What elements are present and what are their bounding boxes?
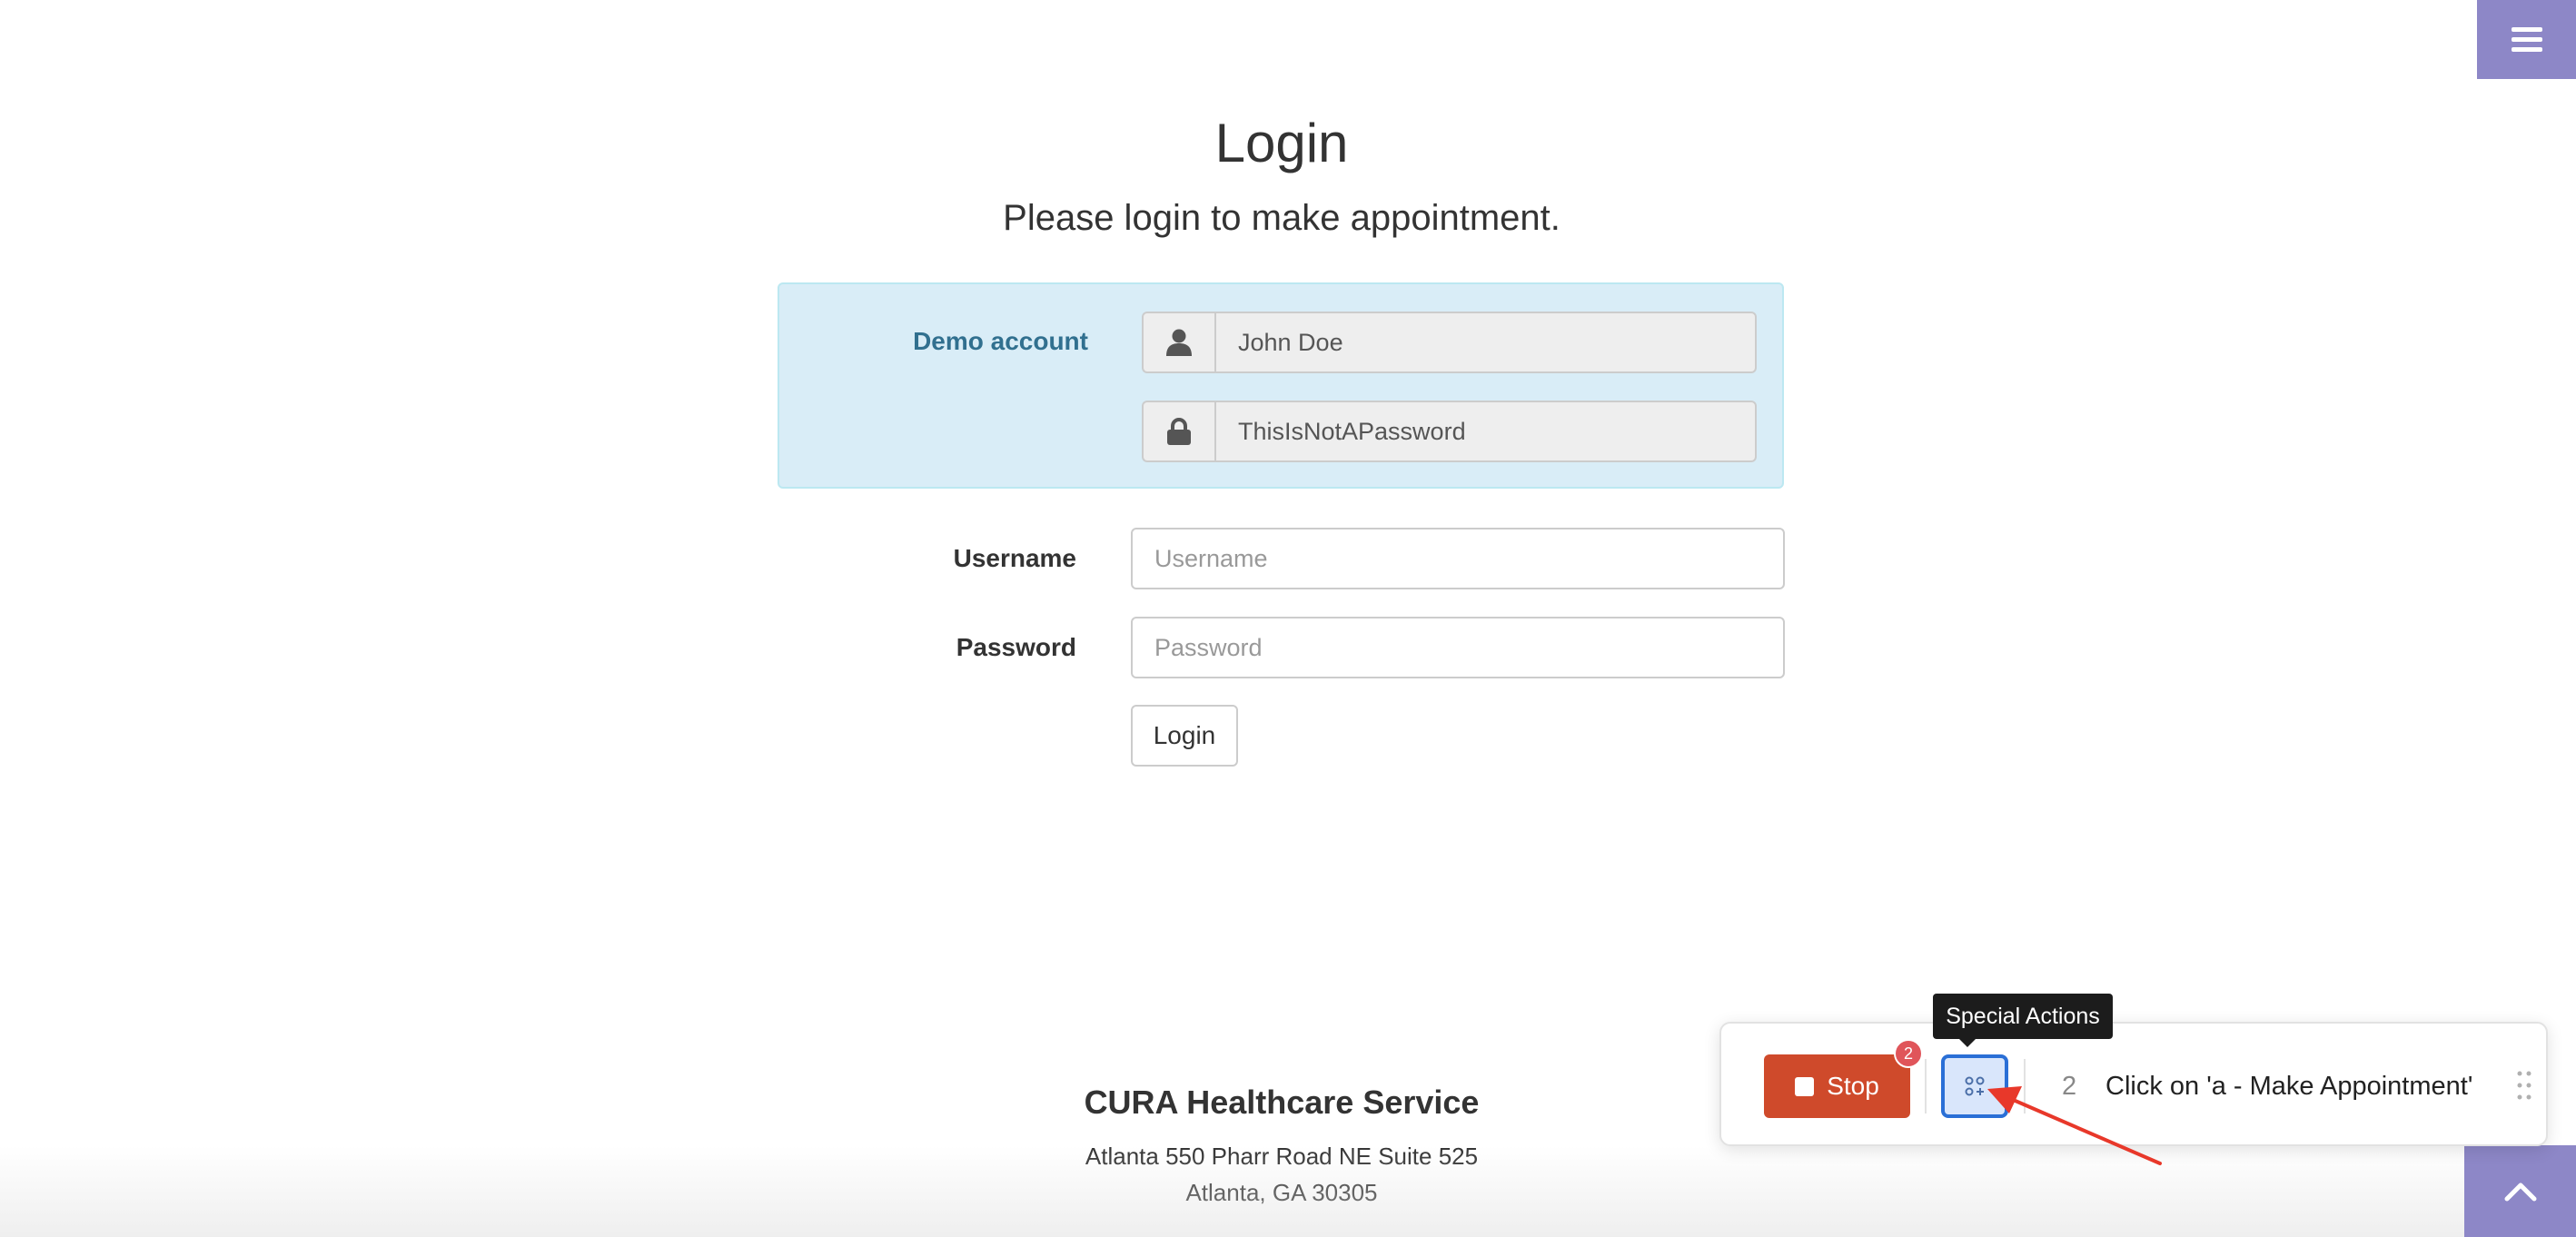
toolbar-divider xyxy=(1925,1059,1927,1113)
hamburger-icon xyxy=(2511,26,2542,52)
demo-password-field[interactable] xyxy=(1214,401,1757,462)
stop-label: Stop xyxy=(1827,1072,1879,1100)
demo-account-label: Demo account xyxy=(913,327,1088,355)
password-label: Password xyxy=(956,633,1076,661)
grid-icon xyxy=(1965,1076,1985,1096)
username-label: Username xyxy=(953,544,1076,572)
stop-recording-button[interactable]: Stop xyxy=(1764,1054,1910,1118)
step-number: 2 xyxy=(2062,1072,2077,1101)
lock-icon xyxy=(1142,401,1214,462)
page-subtitle: Please login to make appointment. xyxy=(1003,198,1560,238)
drag-handle-icon[interactable] xyxy=(2517,1070,2531,1101)
special-actions-button[interactable] xyxy=(1941,1054,2008,1118)
demo-password-group xyxy=(1142,401,1757,462)
menu-toggle-button[interactable] xyxy=(2477,0,2576,79)
special-actions-tooltip: Special Actions xyxy=(1933,994,2113,1039)
scroll-to-top-button[interactable] xyxy=(2464,1145,2576,1237)
step-description: Click on 'a - Make Appointment' xyxy=(2105,1072,2473,1101)
page-title: Login xyxy=(1214,113,1349,173)
toolbar-divider xyxy=(2024,1059,2026,1113)
password-input[interactable] xyxy=(1131,617,1785,678)
login-button[interactable]: Login xyxy=(1131,705,1238,767)
tooltip-arrow xyxy=(1959,1039,1976,1047)
demo-username-group xyxy=(1142,312,1757,373)
stop-icon xyxy=(1795,1076,1815,1096)
footer-address-line2: Atlanta, GA 30305 xyxy=(1185,1179,1378,1206)
demo-username-field[interactable] xyxy=(1214,312,1757,373)
user-icon xyxy=(1142,312,1214,373)
username-input[interactable] xyxy=(1131,528,1785,589)
chevron-up-icon xyxy=(2504,1183,2536,1201)
step-count-badge: 2 xyxy=(1894,1039,1923,1068)
